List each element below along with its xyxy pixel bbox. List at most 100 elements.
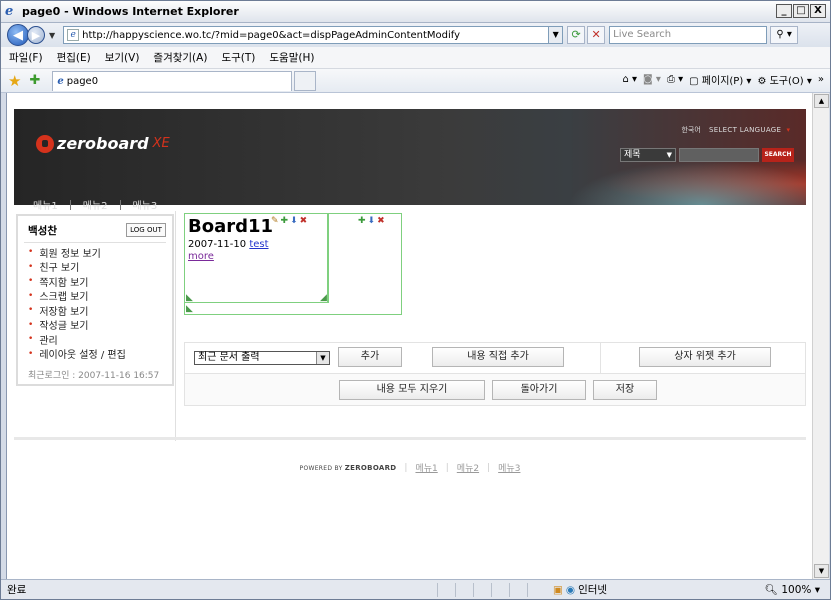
select-arrow-icon: ▼: [666, 151, 672, 159]
menu-tools[interactable]: 도구(T): [221, 50, 255, 65]
member-menu-item[interactable]: • 쪽지함 보기: [28, 274, 126, 289]
login-box: 백성찬 LOG OUT • 회원 정보 보기 • 친구 보기 • 쪽지함 보기 • 스크…: [16, 214, 174, 386]
delete-icon[interactable]: ✖: [300, 216, 308, 226]
menu-view[interactable]: 보기(V): [105, 50, 140, 65]
feeds-icon[interactable]: ◙ ▾: [643, 74, 661, 85]
edit-icon[interactable]: ✎: [271, 216, 279, 226]
add-box-widget-button[interactable]: 상자 위젯 추가: [639, 347, 771, 367]
site-footer: POWERED BY ZEROBOARD | 메뉴1 | 메뉴2 | 메뉴3: [7, 461, 812, 475]
address-url[interactable]: http://happyscience.wo.tc/?mid=page0&act…: [82, 30, 460, 41]
widget-type-value: 최근 문서 출력: [198, 352, 260, 363]
new-tab-button[interactable]: [294, 70, 317, 91]
status-text: 완료: [7, 584, 27, 596]
menu-edit[interactable]: 편집(E): [57, 50, 91, 65]
widget-tools: ✎ ✚ ⬇ ✖: [271, 216, 307, 226]
chevron-down-icon: ▾: [786, 126, 790, 134]
box-widget[interactable]: ✚ ⬇ ✖ ◢: [328, 213, 402, 315]
member-menu-item[interactable]: • 레이아웃 설정 / 편집: [28, 347, 126, 362]
tools-menu[interactable]: ⚙ 도구(O) ▾: [757, 72, 811, 87]
logo-icon: [36, 134, 54, 153]
clear-all-button[interactable]: 내용 모두 지우기: [339, 380, 485, 400]
globe-icon: ◉: [565, 583, 576, 596]
resize-handle-icon[interactable]: ◣: [186, 294, 193, 303]
edit-panel-row: 최근 문서 출력 ▼ 추가 내용 직접 추가 상자 위젯 추가: [185, 343, 805, 374]
page-menu[interactable]: ▢ 페이지(P) ▾: [689, 72, 751, 87]
language-selector[interactable]: 한국어 SELECT LANGUAGE ▾: [681, 125, 790, 135]
security-zone[interactable]: ▣ ◉ 인터넷: [553, 582, 607, 597]
member-menu-item[interactable]: • 스크랩 보기: [28, 289, 126, 304]
search-input[interactable]: Live Search: [609, 26, 768, 44]
address-dropdown-icon[interactable]: ▼: [548, 27, 563, 43]
copy-icon[interactable]: ✚: [358, 216, 366, 226]
search-target-select[interactable]: 제목 ▼: [620, 148, 676, 162]
site-search-input[interactable]: [679, 148, 759, 162]
gnb-item-menu3[interactable]: 메뉴3: [133, 197, 158, 212]
stop-icon[interactable]: ✕: [587, 26, 606, 44]
menu-favorites[interactable]: 즐겨찾기(A): [153, 50, 207, 65]
footer-divider-bar: |: [445, 462, 449, 473]
add-button[interactable]: 추가: [338, 347, 402, 367]
footer-link-menu3[interactable]: 메뉴3: [498, 461, 520, 474]
bullet-icon: •: [28, 348, 34, 359]
back-button[interactable]: 돌아가기: [492, 380, 586, 400]
status-cell: [437, 582, 455, 597]
favorites-star-icon[interactable]: ★: [8, 72, 21, 90]
history-dropdown-icon[interactable]: ▼: [49, 31, 55, 40]
menu-bar: 파일(F) 편집(E) 보기(V) 즐겨찾기(A) 도구(T) 도움말(H): [1, 47, 830, 69]
bullet-icon: •: [28, 276, 34, 287]
member-menu-item[interactable]: • 작성글 보기: [28, 318, 126, 333]
minimize-button[interactable]: _: [776, 4, 792, 18]
status-cell: [491, 582, 509, 597]
resize-handle-icon[interactable]: ◢: [320, 294, 327, 303]
home-icon[interactable]: ⌂ ▾: [623, 74, 638, 85]
back-button[interactable]: ◀: [7, 24, 29, 46]
add-content-button[interactable]: 내용 직접 추가: [432, 347, 564, 367]
chevron-right-icon[interactable]: »: [818, 74, 824, 85]
tab-page0[interactable]: e page0: [52, 70, 293, 91]
command-bar: ⌂ ▾ ◙ ▾ ⎙ ▾ ▢ 페이지(P) ▾ ⚙ 도구(O) ▾ »: [623, 72, 825, 87]
logout-button[interactable]: LOG OUT: [126, 223, 166, 237]
vertical-scrollbar[interactable]: ▲ ▼: [812, 93, 829, 579]
member-menu-item[interactable]: • 회원 정보 보기: [28, 245, 126, 260]
move-icon[interactable]: ⬇: [368, 216, 376, 226]
move-icon[interactable]: ⬇: [290, 216, 298, 226]
delete-icon[interactable]: ✖: [377, 216, 385, 226]
member-menu-item[interactable]: • 관리: [28, 332, 126, 347]
menu-help[interactable]: 도움말(H): [269, 50, 314, 65]
board-widget[interactable]: Board11 ✎ ✚ ⬇ ✖ 2007-11-10 test more ◣ ◢: [184, 213, 328, 303]
last-login: 최근로그인 : 2007-11-16 16:57: [28, 371, 160, 381]
bullet-icon: •: [28, 290, 34, 301]
resize-handle-icon[interactable]: ◣: [186, 305, 193, 314]
member-menu-item[interactable]: • 친구 보기: [28, 260, 126, 275]
gnb-item-menu2[interactable]: 메뉴2: [83, 197, 108, 212]
powered-by: POWERED BY ZEROBOARD: [300, 464, 397, 472]
gnb-item-menu1[interactable]: 메뉴1: [33, 197, 58, 212]
footer-link-menu2[interactable]: 메뉴2: [457, 461, 479, 474]
refresh-icon[interactable]: ⟳: [567, 26, 586, 44]
scroll-up-icon[interactable]: ▲: [814, 94, 829, 108]
save-button[interactable]: 저장: [593, 380, 657, 400]
print-icon[interactable]: ⎙ ▾: [667, 74, 683, 85]
member-menu-label: 회원 정보 보기: [39, 248, 101, 260]
copy-icon[interactable]: ✚: [281, 216, 289, 226]
site-search-button[interactable]: SEARCH: [762, 148, 794, 162]
maximize-button[interactable]: □: [793, 4, 809, 18]
widget-type-select[interactable]: 최근 문서 출력 ▼: [194, 351, 330, 365]
member-menu-item[interactable]: • 저장함 보기: [28, 303, 126, 318]
more-link[interactable]: more: [188, 251, 214, 262]
forward-button[interactable]: ▶: [27, 26, 45, 44]
add-favorite-icon[interactable]: ✚: [29, 73, 40, 88]
menu-file[interactable]: 파일(F): [9, 50, 43, 65]
zoom-control[interactable]: 🔍︎ 100% ▾: [765, 583, 820, 596]
scroll-down-icon[interactable]: ▼: [814, 564, 829, 578]
nav-divider: [69, 199, 71, 210]
site-logo[interactable]: zeroboard XE: [36, 134, 170, 153]
address-input[interactable]: e http://happyscience.wo.tc/?mid=page0&a…: [63, 26, 564, 44]
item-author-link[interactable]: test: [249, 239, 268, 250]
footer-link-menu1[interactable]: 메뉴1: [415, 461, 437, 474]
logo-text: zeroboard: [57, 134, 149, 153]
close-button[interactable]: X: [810, 4, 826, 18]
powered-prefix: POWERED BY: [299, 464, 343, 472]
bullet-icon: •: [28, 319, 34, 330]
search-icon[interactable]: ⚲ ▾: [770, 26, 799, 44]
